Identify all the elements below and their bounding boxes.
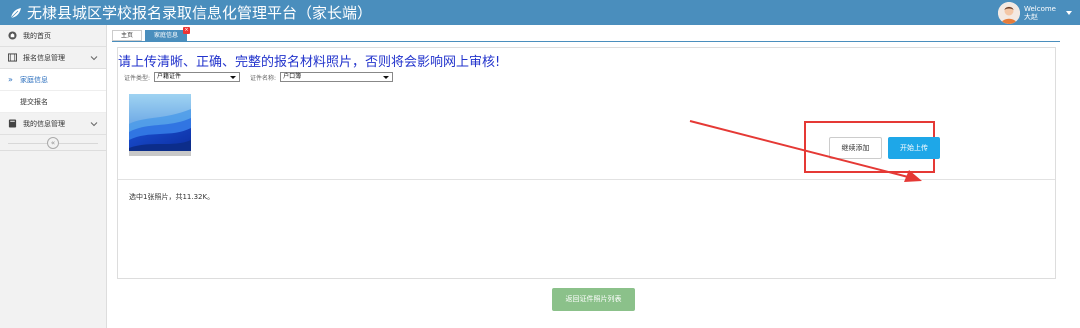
tab-home[interactable]: 主页 <box>112 30 143 41</box>
home-icon <box>8 31 17 40</box>
cert-type-label: 证件类型: <box>124 74 151 82</box>
back-to-list-button[interactable]: 返回证件照片列表 <box>552 288 635 311</box>
book-icon <box>8 119 17 128</box>
welcome-text: Welcome <box>1023 4 1056 13</box>
app-title: 无棣县城区学校报名录取信息化管理平台（家长端） <box>27 4 373 22</box>
leaf-icon <box>10 7 21 18</box>
cert-type-select[interactable]: 户籍证件 <box>154 72 241 82</box>
chevron-down-icon[interactable] <box>1066 10 1072 15</box>
photo-thumbnail[interactable] <box>129 94 191 156</box>
chevron-down-icon <box>90 56 98 61</box>
sidebar-collapse: « <box>0 135 106 151</box>
sidebar-item-family-info[interactable]: » 家庭信息 <box>0 69 106 91</box>
certificate-form: 证件类型: 户籍证件 证件名称: 户口簿 <box>124 72 403 82</box>
user-menu[interactable]: Welcome 大赵 <box>997 1 1072 24</box>
top-header: 无棣县城区学校报名录取信息化管理平台（家长端） Welcome 大赵 <box>0 0 1080 25</box>
cert-name-label: 证件名称: <box>250 74 277 82</box>
sidebar-item-home[interactable]: 我的首页 <box>0 25 106 47</box>
sidebar-item-my-info[interactable]: 我的信息管理 <box>0 113 106 135</box>
start-upload-button[interactable]: 开始上传 <box>888 137 940 159</box>
app-brand: 无棣县城区学校报名录取信息化管理平台（家长端） <box>10 3 372 22</box>
close-icon[interactable]: × <box>183 27 191 34</box>
collapse-icon[interactable]: « <box>47 137 59 149</box>
sidebar-item-label: 家庭信息 <box>20 75 48 84</box>
avatar[interactable] <box>997 1 1020 24</box>
cert-name-select[interactable]: 户口簿 <box>280 72 394 82</box>
tab-family-info[interactable]: 家庭信息 × <box>145 27 191 41</box>
arrow-right-icon: » <box>8 75 13 84</box>
tab-label: 家庭信息 <box>154 32 179 39</box>
sidebar-item-label: 我的信息管理 <box>23 119 65 128</box>
selection-status: 选中1张照片，共11.32K。 <box>129 193 215 201</box>
sidebar-item-label: 我的首页 <box>23 31 51 40</box>
tab-underline <box>112 41 1060 42</box>
username: 大赵 <box>1023 12 1038 21</box>
sidebar-item-label: 报名信息管理 <box>23 53 65 62</box>
sidebar-item-label: 提交报名 <box>20 97 48 106</box>
sidebar-item-submit[interactable]: 提交报名 <box>0 91 106 113</box>
chevron-down-icon <box>90 122 98 127</box>
continue-add-button[interactable]: 继续添加 <box>829 137 882 159</box>
film-icon <box>8 53 17 62</box>
sidebar: 我的首页 报名信息管理 » 家庭信息 提交报名 我的信息管理 « <box>0 25 107 328</box>
sidebar-item-registration[interactable]: 报名信息管理 <box>0 47 106 69</box>
upload-notice: 请上传清晰、正确、完整的报名材料照片，否则将会影响网上审核! <box>118 55 501 70</box>
panel-divider <box>118 179 1055 180</box>
